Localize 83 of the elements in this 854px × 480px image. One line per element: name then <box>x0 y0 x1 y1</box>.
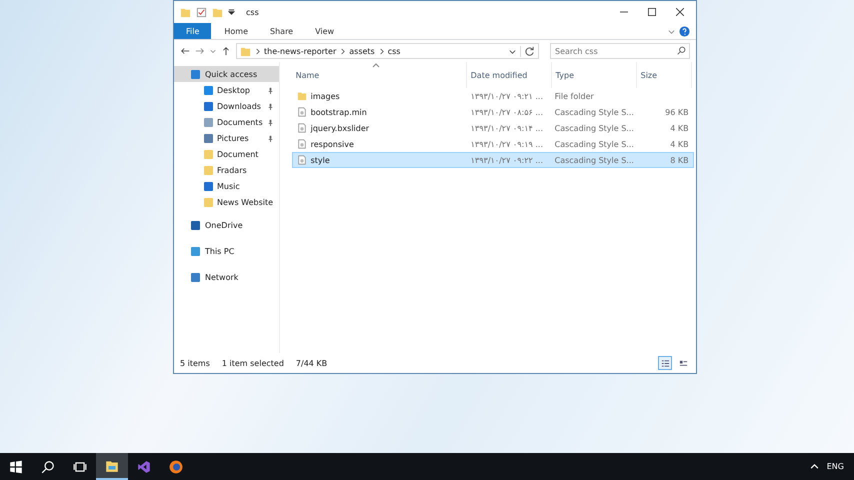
file-name: jquery.bxslider <box>310 124 370 132</box>
column-header[interactable]: Type <box>552 62 637 88</box>
nav-icon <box>191 247 200 256</box>
date-cell-text: ۱۳۹۳/۱۰/۲۷ ۰۹:۲۲ ... <box>470 156 544 164</box>
column-header[interactable]: Size <box>636 62 692 88</box>
date-cell-text: ۱۳۹۳/۱۰/۲۷ ۰۹:۲۱ ... <box>470 92 544 100</box>
file-name: bootstrap.min <box>310 108 367 116</box>
close-icon[interactable] <box>676 8 684 16</box>
date-cell-text: ۱۳۹۳/۱۰/۲۷ ۰۹:۱۴ ... <box>470 124 544 132</box>
search-icon <box>41 460 55 474</box>
type-cell-text: Cascading Style S... <box>554 140 635 148</box>
task-view-icon <box>73 460 87 474</box>
column-header[interactable]: Name <box>292 62 467 88</box>
breadcrumb-item[interactable]: assets <box>349 46 375 56</box>
chevron-right-icon <box>340 48 346 54</box>
ribbon-tab[interactable]: View <box>306 23 344 39</box>
list-icon <box>660 358 670 368</box>
size-cell: 96 KB <box>665 108 689 116</box>
type-cell-text: Cascading Style S... <box>554 124 635 132</box>
ribbon-tab[interactable]: Share <box>261 23 302 39</box>
chevron-icon[interactable] <box>509 48 516 54</box>
chevron-right-icon <box>255 48 260 54</box>
nav-icon <box>191 273 200 282</box>
nav-item[interactable]: Network <box>174 267 279 288</box>
chevron-up-icon[interactable] <box>810 462 819 471</box>
folder-icon <box>105 458 119 472</box>
nav-item[interactable]: Downloads <box>174 98 279 114</box>
address-bar[interactable]: the-news-reporter assets css <box>236 43 539 59</box>
size-cell: 4 KB <box>670 124 689 132</box>
type-cell-text: Cascading Style S... <box>554 156 635 164</box>
type-cell-text: Cascading Style S... <box>554 108 635 116</box>
document-icon <box>296 107 307 117</box>
nav-item[interactable]: Pictures <box>174 130 279 146</box>
search-field[interactable]: Search css <box>550 43 690 59</box>
nav-item[interactable]: Documents <box>174 114 279 130</box>
file-name: images <box>310 92 340 100</box>
nav-icon <box>191 221 200 230</box>
size-cell: 4 KB <box>670 140 689 148</box>
nav-item[interactable]: Music <box>174 178 279 194</box>
nav-item[interactable]: Desktop <box>174 82 279 98</box>
windows-logo-icon <box>9 460 23 474</box>
back-arrow-icon[interactable] <box>180 46 190 56</box>
maximize-icon[interactable] <box>648 8 656 16</box>
document-icon <box>296 123 307 133</box>
item-count: 5 items <box>180 358 210 368</box>
breadcrumb-item[interactable]: the-news-reporter <box>264 46 336 56</box>
search-icon <box>677 46 686 55</box>
selection-count: 1 item selected <box>222 358 284 368</box>
folder-icon <box>296 91 307 101</box>
selection-size: 7/44 KB <box>296 358 328 368</box>
column-header[interactable]: Date modified <box>466 62 552 88</box>
refresh-icon[interactable] <box>520 46 535 56</box>
folder-icon <box>240 46 251 56</box>
loop-logo-icon <box>137 460 151 474</box>
ribbon-tab[interactable]: Home <box>215 23 258 39</box>
up-arrow-icon[interactable] <box>221 46 231 56</box>
help-icon[interactable] <box>679 26 690 36</box>
nav-item[interactable]: Fradars <box>174 162 279 178</box>
file-name: responsive <box>310 140 354 148</box>
window-title: css <box>246 8 259 16</box>
date-cell-text: ۱۳۹۳/۱۰/۲۷ ۰۸:۵۶ ... <box>470 108 544 116</box>
language-indicator[interactable]: ENG <box>826 462 844 471</box>
ribbon-tab[interactable]: File <box>174 23 212 39</box>
dropdown-icon[interactable] <box>228 8 235 16</box>
globe-logo-icon <box>169 460 183 474</box>
file-explorer-button[interactable] <box>96 453 128 480</box>
forward-arrow-icon[interactable] <box>195 46 205 56</box>
details-view-button[interactable] <box>658 356 672 370</box>
tiles-icon <box>678 358 688 368</box>
nav-item[interactable]: OneDrive <box>174 215 279 236</box>
nav-item[interactable]: This PC <box>174 241 279 262</box>
type-cell-text: File folder <box>554 92 595 100</box>
chevron-right-icon <box>378 48 384 54</box>
breadcrumb-item[interactable]: css <box>388 46 400 56</box>
file-name: style <box>310 156 330 164</box>
nav-item[interactable]: News Website <box>174 194 279 210</box>
document-icon <box>296 155 307 165</box>
nav-item[interactable]: Document <box>174 146 279 162</box>
properties-icon[interactable] <box>196 6 207 18</box>
document-icon <box>296 139 307 149</box>
nav-item[interactable]: Quick access <box>174 66 279 82</box>
date-cell-text: ۱۳۹۳/۱۰/۲۷ ۰۹:۱۹ ... <box>470 140 544 148</box>
size-cell: 8 KB <box>670 156 689 164</box>
